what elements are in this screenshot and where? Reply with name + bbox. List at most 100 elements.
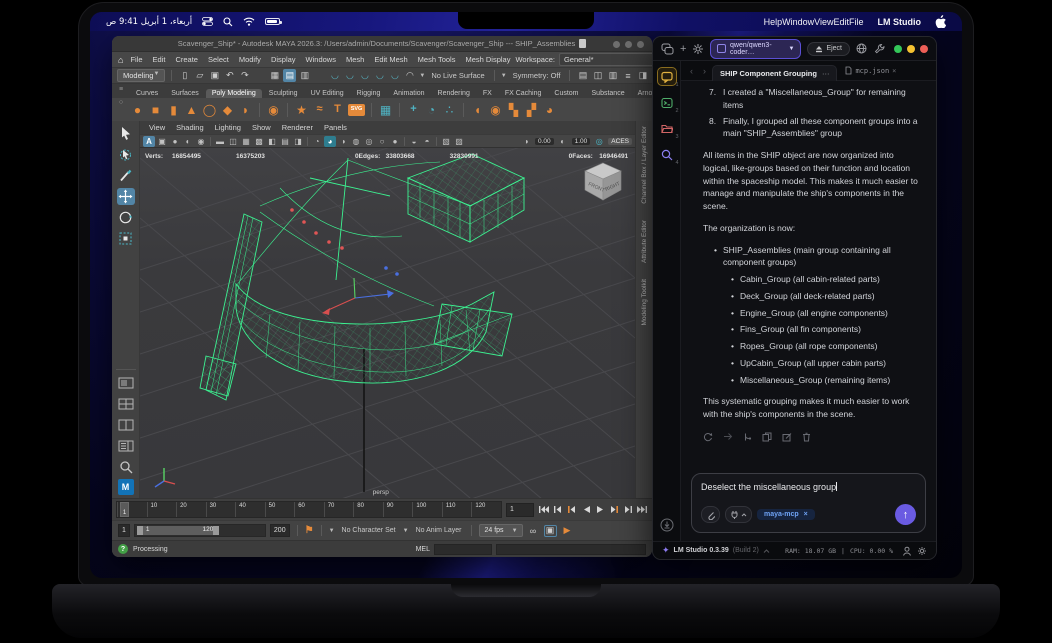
window-control-zoom[interactable]	[637, 41, 644, 48]
poly-sphere-icon[interactable]: ●	[130, 102, 145, 118]
go-to-start-button[interactable]	[538, 504, 550, 515]
ik-handle-icon[interactable]: ◔	[424, 102, 439, 118]
mcp-plug-button[interactable]	[725, 506, 752, 523]
step-back-key-button[interactable]	[566, 504, 578, 515]
open-scene-icon[interactable]: ▱	[193, 69, 206, 82]
range-slider[interactable]: 1 120	[134, 524, 266, 537]
chats-panel-icon[interactable]	[661, 43, 674, 55]
poly-disc-icon[interactable]: ◗	[238, 102, 253, 118]
resolution-gate-icon[interactable]: ◧	[266, 136, 278, 147]
help-icon[interactable]: ?	[118, 544, 128, 554]
undo-icon[interactable]: ↶	[223, 69, 236, 82]
range-start-handle[interactable]	[137, 526, 143, 535]
snap-point-icon[interactable]: ▥	[298, 69, 311, 82]
new-scene-icon[interactable]: ▯	[178, 69, 191, 82]
step-forward-key-button[interactable]	[608, 504, 620, 515]
rotate-tool[interactable]	[117, 209, 135, 226]
side-tab[interactable]: Modeling Toolkit	[641, 279, 648, 326]
magnet-plane-icon[interactable]: ◡	[373, 69, 386, 82]
construction-history-icon[interactable]: ▥	[606, 69, 619, 82]
chevron-down-icon[interactable]: ▼	[329, 528, 335, 534]
curve-tool-icon[interactable]: ≈	[312, 102, 327, 118]
maya-menu-item[interactable]: Modify	[234, 55, 266, 64]
regenerate-icon[interactable]	[703, 432, 713, 442]
panel-menu-item[interactable]: View	[149, 123, 165, 132]
chevron-down-icon[interactable]: ▼	[403, 528, 409, 534]
gamma-icon[interactable]: ◐	[557, 136, 569, 147]
svg-tool-icon[interactable]: SVG	[348, 104, 365, 116]
move-tool[interactable]	[117, 188, 135, 205]
chat-input-text[interactable]: Deselect the miscellaneous group	[701, 482, 916, 492]
menubar-menu-item[interactable]: Window	[782, 17, 814, 27]
spotlight-search-icon[interactable]	[223, 17, 233, 27]
gate-mask-icon[interactable]: ▤	[279, 136, 291, 147]
xray-icon[interactable]: ◓	[421, 136, 433, 147]
playback-loop-icon[interactable]: ∞	[527, 525, 540, 537]
film-gate-icon[interactable]: ▩	[253, 136, 265, 147]
shelf-tab[interactable]: Arnold	[632, 89, 652, 98]
window-control-zoom[interactable]	[894, 45, 902, 53]
nav-forward-icon[interactable]: ›	[699, 66, 710, 76]
symmetry-field[interactable]: Symmetry: Off	[510, 71, 564, 80]
sidebar-chat-icon[interactable]: 1	[658, 68, 676, 85]
play-backwards-button[interactable]	[580, 504, 592, 515]
panel-menu-item[interactable]: Shading	[176, 123, 204, 132]
shelf-tab[interactable]: FX Caching	[499, 89, 548, 98]
image-plane-icon[interactable]: ◉	[195, 136, 207, 147]
shelf-tab[interactable]: UV Editing	[305, 89, 350, 98]
outputs-icon[interactable]: ◫	[591, 69, 604, 82]
menubar-menu-item[interactable]: File	[849, 17, 864, 27]
shelf-tab[interactable]: Custom	[548, 89, 584, 98]
chevron-up-icon[interactable]	[763, 549, 770, 553]
poly-cone-icon[interactable]: ▲	[184, 102, 199, 118]
magnet-curve-icon[interactable]: ◡	[343, 69, 356, 82]
sidebar-models-folder-icon[interactable]: 3	[658, 120, 676, 137]
shelf-menu-icon[interactable]: ≡	[119, 86, 123, 93]
maya-menu-item[interactable]: Select	[203, 55, 234, 64]
battery-icon[interactable]	[265, 18, 280, 25]
home-icon[interactable]: ⌂	[118, 55, 123, 65]
side-tab[interactable]: Attribute Editor	[641, 220, 648, 263]
snap-curve-icon[interactable]: ▤	[283, 69, 296, 82]
developer-wrench-icon[interactable]	[874, 43, 885, 54]
locator-icon[interactable]: ∴	[442, 102, 457, 118]
delete-trash-icon[interactable]	[802, 432, 811, 442]
window-control-minimize[interactable]	[907, 45, 915, 53]
fps-selector[interactable]: 24 fps ▼	[479, 524, 522, 537]
chat-tab[interactable]: SHIP Component Grouping ⋯	[712, 65, 837, 81]
step-forward-frame-button[interactable]	[622, 504, 634, 515]
continue-arrow-icon[interactable]	[723, 432, 733, 441]
gamma-icon[interactable]: ▨	[453, 136, 465, 147]
settings-gear-icon[interactable]	[692, 43, 704, 55]
shelf-tab[interactable]: Sculpting	[263, 89, 304, 98]
shelf-tab[interactable]: Surfaces	[165, 89, 205, 98]
downloads-icon[interactable]	[658, 516, 676, 533]
smooth-icon[interactable]: ◕	[542, 102, 557, 118]
poly-torus-icon[interactable]: ◯	[202, 102, 217, 118]
gamma-field[interactable]: 1.00	[572, 138, 591, 145]
tab-options-icon[interactable]: ⋯	[822, 69, 830, 78]
sidebar-developer-icon[interactable]: 2	[658, 94, 676, 111]
sidebar-discover-search-icon[interactable]: 4	[658, 146, 676, 163]
send-message-button[interactable]: ↑	[895, 504, 916, 525]
chevron-down-icon[interactable]: ▼	[501, 73, 507, 79]
window-control-minimize[interactable]	[625, 41, 632, 48]
wireframe-icon[interactable]: ◔	[311, 136, 323, 147]
step-back-frame-button[interactable]	[552, 504, 564, 515]
mel-input-field[interactable]	[434, 544, 492, 555]
anim-layer-field[interactable]: No Anim Layer	[413, 527, 465, 534]
panel-menu-item[interactable]: Show	[252, 123, 271, 132]
mcp-json-tab[interactable]: mcp.json ×	[839, 66, 902, 75]
side-tab[interactable]: Channel Box / Layer Editor	[641, 126, 648, 204]
workspace-selector[interactable]: General* ▼	[559, 53, 652, 66]
shelf-tab[interactable]: Poly Modeling	[206, 89, 262, 98]
exposure-icon[interactable]: ▧	[440, 136, 452, 147]
panel-menu-item[interactable]: Renderer	[282, 123, 313, 132]
discover-globe-icon[interactable]	[856, 43, 867, 54]
panel-menu-item[interactable]: Lighting	[215, 123, 241, 132]
app-version[interactable]: LM Studio 0.3.39	[674, 547, 729, 554]
timeline-track[interactable]: 0102030405060708090100110120 1	[116, 501, 502, 518]
window-control-close[interactable]	[613, 41, 620, 48]
shelf-tab[interactable]: Curves	[130, 89, 164, 98]
maya-menu-item[interactable]: File	[125, 55, 147, 64]
